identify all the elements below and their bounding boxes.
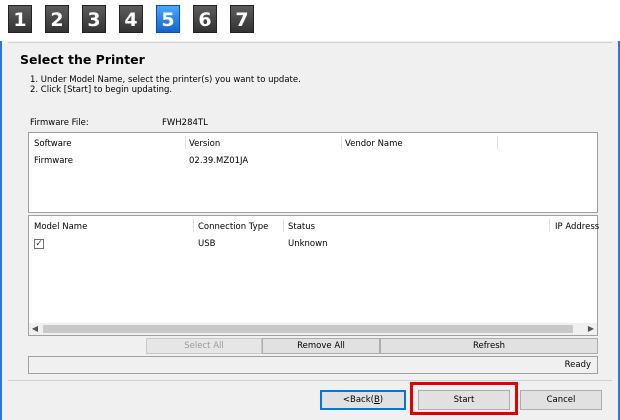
column-divider [549,219,550,232]
start-button[interactable]: Start [418,390,510,410]
remove-all-button[interactable]: Remove All [262,338,380,354]
printer-select-checkbox[interactable]: ✓ [34,239,44,249]
back-label-end: ) [379,395,384,405]
column-header-model-name[interactable]: Model Name [34,222,87,232]
status-cell: Unknown [288,239,328,249]
step-3: 3 [82,5,106,33]
scroll-left-icon[interactable]: ◀ [29,323,41,335]
status-bar: Ready [28,356,598,374]
step-1: 1 [8,5,32,33]
software-cell: Firmware [34,156,73,166]
step-2: 2 [45,5,69,33]
firmware-file-value: FWH284TL [162,118,208,128]
column-divider [193,219,194,232]
column-header-version[interactable]: Version [189,139,220,149]
horizontal-scrollbar[interactable]: ◀ ▶ [29,323,597,335]
version-cell: 02.39.MZ01JA [189,156,249,166]
step-5-current: 5 [156,5,180,33]
software-list[interactable]: Software Version Vendor Name Firmware 02… [28,132,598,213]
step-indicator-bar: 1 2 3 4 5 6 7 [0,0,620,41]
step-4: 4 [119,5,143,33]
column-divider [283,219,284,232]
firmware-file-label: Firmware File: [30,118,89,128]
instruction-line-2: 2. Click [Start] to begin updating. [30,85,173,95]
column-divider [341,136,342,149]
column-header-software[interactable]: Software [34,139,71,149]
footer-divider [8,380,612,381]
header-divider [8,42,612,43]
step-7: 7 [230,5,254,33]
back-button[interactable]: <Back(B) [320,390,406,410]
refresh-button[interactable]: Refresh [380,338,598,354]
checkmark-icon: ✓ [35,239,43,249]
column-divider [497,136,498,149]
column-header-vendor-name[interactable]: Vendor Name [345,139,403,149]
scroll-right-icon[interactable]: ▶ [585,323,597,335]
list-action-buttons: Select All Remove All Refresh [146,338,598,354]
printer-list[interactable]: Model Name Connection Type Status IP Add… [28,215,599,336]
page-title: Select the Printer [20,52,145,67]
back-label: <Back( [342,395,374,405]
column-header-connection-type[interactable]: Connection Type [198,222,268,232]
column-header-status[interactable]: Status [288,222,315,232]
step-6: 6 [193,5,217,33]
instruction-line-1: 1. Under Model Name, select the printer(… [30,75,301,85]
scrollbar-thumb[interactable] [43,325,573,333]
column-header-ip-address[interactable]: IP Address [555,222,599,232]
cancel-button[interactable]: Cancel [520,390,602,410]
column-divider [185,136,186,149]
select-all-button[interactable]: Select All [146,338,262,354]
connection-type-cell: USB [198,239,216,249]
instructions: 1. Under Model Name, select the printer(… [30,75,301,95]
status-text: Ready [564,360,591,370]
